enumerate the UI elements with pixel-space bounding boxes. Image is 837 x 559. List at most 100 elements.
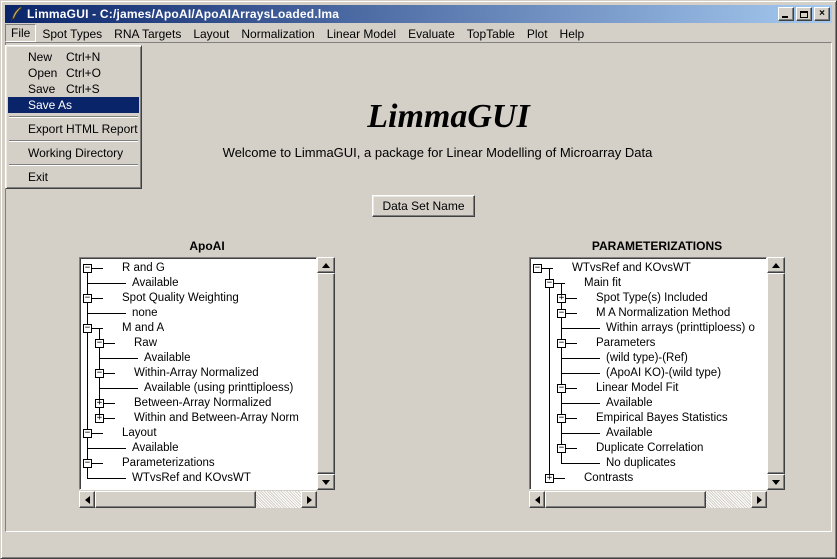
tree-leaf-label[interactable]: Available [606,427,652,439]
scrollbar-thumb[interactable] [545,491,706,508]
tree-node-label[interactable]: Between-Array Normalized [134,397,271,409]
menu-item-save-as[interactable]: Save As [8,97,139,113]
tree-leaf-label[interactable]: Available (using printtiploess) [144,382,293,394]
scrollbar-thumb[interactable] [767,273,785,474]
tree-row[interactable]: + Spot Type(s) Included [530,291,766,306]
collapse-toggle-icon[interactable]: − [557,384,566,393]
tree-node-label[interactable]: M A Normalization Method [596,307,730,319]
tree-row[interactable]: − Spot Quality Weighting [80,291,316,306]
menu-item-working-directory[interactable]: Working Directory [8,145,139,161]
menu-spot-types[interactable]: Spot Types [36,24,108,42]
tree-leaf-label[interactable]: Available [606,397,652,409]
tree-node-label[interactable]: Main fit [584,277,621,289]
tree-node-label[interactable]: Spot Type(s) Included [596,292,708,304]
expand-toggle-icon[interactable]: + [95,399,104,408]
tree-leaf-label[interactable]: (wild type)-(Ref) [606,352,688,364]
tree-row[interactable]: Available [80,351,316,366]
scroll-down-button[interactable] [317,474,335,490]
tree-node-label[interactable]: R and G [122,262,165,274]
scrollbar-thumb[interactable] [95,491,256,508]
menu-item-save[interactable]: SaveCtrl+S [8,81,139,97]
menu-plot[interactable]: Plot [521,24,554,42]
collapse-toggle-icon[interactable]: − [557,309,566,318]
tree-row[interactable]: Within arrays (printtiploess) o [530,321,766,336]
tree-row[interactable]: Available [530,396,766,411]
tree-row[interactable]: −Raw [80,336,316,351]
tree-row[interactable]: + Within and Between-Array Norm [80,411,316,426]
tree-leaf-label[interactable]: (ApoAI KO)-(wild type) [606,367,721,379]
tree-row[interactable]: − M A Normalization Method [530,306,766,321]
tree-leaf-label[interactable]: Within arrays (printtiploess) o [606,322,755,334]
tree-row[interactable]: + Between-Array Normalized [80,396,316,411]
collapse-toggle-icon[interactable]: − [83,324,92,333]
tree-node-label[interactable]: Within and Between-Array Norm [134,412,299,424]
tree-row[interactable]: − Main fit [530,276,766,291]
tree-node-label[interactable]: M and A [122,322,164,334]
collapse-toggle-icon[interactable]: − [557,339,566,348]
menu-toptable[interactable]: TopTable [461,24,521,42]
vertical-scrollbar[interactable] [767,257,785,490]
collapse-toggle-icon[interactable]: − [95,339,104,348]
scroll-left-button[interactable] [79,491,95,508]
scrollbar-track[interactable] [767,273,785,474]
collapse-toggle-icon[interactable]: − [95,369,104,378]
expand-toggle-icon[interactable]: + [95,414,104,423]
tree-row[interactable]: −Layout [80,426,316,441]
scrollbar-track[interactable] [95,491,301,508]
tree-leaf-label[interactable]: Available [132,277,178,289]
scroll-down-button[interactable] [767,474,785,490]
tree-node-label[interactable]: Parameters [596,337,655,349]
tree-node-label[interactable]: Linear Model Fit [596,382,678,394]
expand-toggle-icon[interactable]: + [545,474,554,483]
horizontal-scrollbar[interactable] [79,491,317,508]
tree-node-label[interactable]: Empirical Bayes Statistics [596,412,728,424]
menu-item-open[interactable]: OpenCtrl+O [8,65,139,81]
menu-evaluate[interactable]: Evaluate [402,24,461,42]
tree-node-label[interactable]: Within-Array Normalized [134,367,259,379]
tree-row[interactable]: − WTvsRef and KOvsWT [530,261,766,276]
collapse-toggle-icon[interactable]: − [83,429,92,438]
tree-row[interactable]: Available (using printtiploess) [80,381,316,396]
collapse-toggle-icon[interactable]: − [545,279,554,288]
tree-row[interactable]: − Empirical Bayes Statistics [530,411,766,426]
scroll-right-button[interactable] [301,491,317,508]
tree-row[interactable]: − M and A [80,321,316,336]
tree-row[interactable]: −Duplicate Correlation [530,441,766,456]
tree-leaf-label[interactable]: WTvsRef and KOvsWT [132,472,251,484]
tree-view-dataset[interactable]: − R and G Available − Spot Quality Weighting… [79,257,317,490]
tree-row[interactable]: none [80,306,316,321]
titlebar[interactable]: LimmaGUI - C:/james/ApoAI/ApoAIArraysLoa… [5,5,832,23]
tree-node-label[interactable]: Parameterizations [122,457,215,469]
scroll-left-button[interactable] [529,491,545,508]
tree-row[interactable]: (wild type)-(Ref) [530,351,766,366]
close-button[interactable]: × [814,7,830,21]
collapse-toggle-icon[interactable]: − [83,294,92,303]
tree-row[interactable]: − Parameters [530,336,766,351]
menu-item-exit[interactable]: Exit [8,169,139,185]
tree-leaf-label[interactable]: Available [144,352,190,364]
minimize-button[interactable] [778,7,794,21]
scrollbar-track[interactable] [317,273,335,474]
scroll-right-button[interactable] [751,491,767,508]
collapse-toggle-icon[interactable]: − [533,264,542,273]
collapse-toggle-icon[interactable]: − [83,459,92,468]
tree-node-label[interactable]: Duplicate Correlation [596,442,703,454]
tree-row[interactable]: − Parameterizations [80,456,316,471]
expand-toggle-icon[interactable]: + [557,294,566,303]
menu-file[interactable]: File [5,24,36,42]
tree-row[interactable]: WTvsRef and KOvsWT [80,471,316,486]
menu-linear-model[interactable]: Linear Model [321,24,402,42]
tree-node-label[interactable]: Spot Quality Weighting [122,292,239,304]
tree-view-parameterizations[interactable]: − WTvsRef and KOvsWT − Main fit + Spot Type(s… [529,257,767,490]
tree-row[interactable]: + Contrasts [530,471,766,486]
vertical-scrollbar[interactable] [317,257,335,490]
scroll-up-button[interactable] [317,257,335,273]
tree-row[interactable]: − Linear Model Fit [530,381,766,396]
menu-item-new[interactable]: NewCtrl+N [8,49,139,65]
menu-rna-targets[interactable]: RNA Targets [108,24,187,42]
tree-node-label[interactable]: Contrasts [584,472,633,484]
tree-node-label[interactable]: WTvsRef and KOvsWT [572,262,691,274]
menu-normalization[interactable]: Normalization [235,24,320,42]
tree-row[interactable]: No duplicates [530,456,766,471]
collapse-toggle-icon[interactable]: − [557,414,566,423]
